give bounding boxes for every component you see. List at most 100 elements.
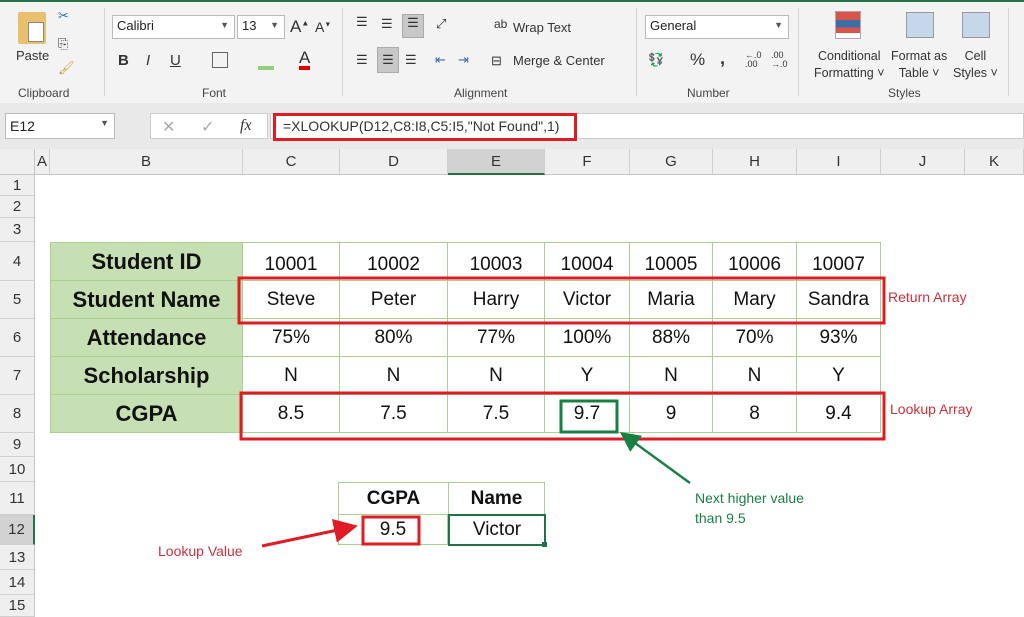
table-cell[interactable]: N — [340, 357, 448, 395]
decrease-indent-icon[interactable]: ⇤ — [435, 52, 446, 68]
table-cell[interactable]: N — [713, 357, 797, 395]
enter-icon[interactable]: ✓ — [201, 117, 214, 137]
table-cell[interactable]: N — [243, 357, 340, 395]
table-cell[interactable]: 7.5 — [448, 395, 545, 433]
paste-button[interactable]: Paste — [16, 48, 49, 63]
cell-styles-button[interactable]: Cell Styles ˅ — [953, 48, 998, 82]
column-header-G[interactable]: G — [630, 149, 713, 175]
result-cell-selected[interactable]: Victor — [448, 514, 546, 546]
table-cell[interactable]: N — [448, 357, 545, 395]
table-cell[interactable]: Harry — [448, 281, 545, 319]
row-header-7[interactable]: 7 — [0, 357, 35, 395]
cut-icon[interactable]: ✂ — [58, 8, 69, 24]
table-cell[interactable]: 10007 — [797, 242, 881, 281]
table-cell[interactable]: 93% — [797, 319, 881, 357]
table-cell[interactable]: 80% — [340, 319, 448, 357]
italic-button[interactable]: I — [146, 52, 150, 69]
column-header-E[interactable]: E — [448, 149, 545, 175]
decrease-decimal-icon[interactable]: .00 →.0 — [771, 51, 788, 69]
merge-center-button[interactable]: Merge & Center — [513, 53, 605, 68]
row-header-cell[interactable]: Attendance — [50, 319, 243, 357]
row-header-cell[interactable]: Student ID — [50, 242, 243, 281]
column-header-K[interactable]: K — [965, 149, 1024, 175]
table-cell[interactable]: 9 — [630, 395, 713, 433]
align-middle-icon[interactable]: ☰ — [381, 16, 393, 32]
font-name-select[interactable]: Calibri ▼ — [112, 15, 235, 39]
row-header-cell[interactable]: CGPA — [50, 395, 243, 433]
table-cell[interactable]: Y — [545, 357, 630, 395]
align-top-icon[interactable]: ☰ — [356, 14, 368, 30]
table-cell[interactable]: Steve — [243, 281, 340, 319]
row-header-12[interactable]: 12 — [0, 515, 35, 545]
table-cell[interactable]: 10005 — [630, 242, 713, 281]
fill-handle[interactable] — [542, 542, 547, 547]
table-cell[interactable]: Mary — [713, 281, 797, 319]
comma-button[interactable]: , — [720, 48, 725, 69]
format-as-table-button[interactable]: Format as Table ˅ — [891, 48, 947, 82]
table-cell[interactable]: 9.7 — [545, 395, 630, 433]
align-center-icon[interactable]: ☰ — [377, 47, 399, 73]
table-cell[interactable]: Maria — [630, 281, 713, 319]
table-cell[interactable]: 9.4 — [797, 395, 881, 433]
wrap-text-button[interactable]: Wrap Text — [513, 20, 571, 35]
table-cell[interactable]: 10001 — [243, 242, 340, 281]
table-cell[interactable]: 8.5 — [243, 395, 340, 433]
increase-font-icon[interactable]: A▲ — [290, 17, 309, 37]
table-cell[interactable]: N — [630, 357, 713, 395]
table-cell[interactable]: Sandra — [797, 281, 881, 319]
table-cell[interactable]: Y — [797, 357, 881, 395]
table-cell[interactable]: 75% — [243, 319, 340, 357]
lookup-header-name[interactable]: Name — [448, 482, 545, 515]
table-cell[interactable]: 70% — [713, 319, 797, 357]
align-right-icon[interactable]: ☰ — [405, 52, 417, 68]
table-cell[interactable]: 10002 — [340, 242, 448, 281]
column-header-A[interactable]: A — [35, 149, 50, 175]
table-cell[interactable]: 8 — [713, 395, 797, 433]
table-cell[interactable]: 7.5 — [340, 395, 448, 433]
table-cell[interactable]: Victor — [545, 281, 630, 319]
cancel-icon[interactable]: ✕ — [162, 117, 175, 137]
lookup-header-cgpa[interactable]: CGPA — [338, 482, 448, 515]
row-header-cell[interactable]: Student Name — [50, 281, 243, 319]
row-header-cell[interactable]: Scholarship — [50, 357, 243, 395]
number-format-select[interactable]: General ▼ — [645, 15, 789, 39]
table-cell[interactable]: 10006 — [713, 242, 797, 281]
increase-indent-icon[interactable]: ⇥ — [458, 52, 469, 68]
fill-color-icon[interactable] — [258, 52, 274, 70]
table-cell[interactable]: 100% — [545, 319, 630, 357]
conditional-formatting-button[interactable]: Conditional Formatting ˅ — [814, 48, 885, 82]
table-cell[interactable]: 88% — [630, 319, 713, 357]
percent-button[interactable]: % — [690, 50, 705, 70]
borders-icon[interactable] — [212, 52, 228, 68]
row-header-14[interactable]: 14 — [0, 570, 35, 595]
table-cell[interactable]: 10003 — [448, 242, 545, 281]
table-cell[interactable]: 10004 — [545, 242, 630, 281]
table-cell[interactable]: Peter — [340, 281, 448, 319]
column-header-J[interactable]: J — [881, 149, 965, 175]
accounting-format-icon[interactable]: 💱 — [648, 52, 664, 68]
name-box[interactable]: E12 ▼ — [5, 113, 115, 139]
table-cell[interactable]: 77% — [448, 319, 545, 357]
lookup-value-cell[interactable]: 9.5 — [338, 515, 448, 545]
row-header-5[interactable]: 5 — [0, 281, 35, 319]
font-color-icon[interactable]: A — [299, 49, 311, 70]
row-header-11[interactable]: 11 — [0, 482, 35, 515]
column-header-B[interactable]: B — [50, 149, 243, 175]
row-header-8[interactable]: 8 — [0, 395, 35, 433]
row-header-6[interactable]: 6 — [0, 319, 35, 357]
row-header-9[interactable]: 9 — [0, 433, 35, 457]
row-header-4[interactable]: 4 — [0, 242, 35, 281]
column-header-I[interactable]: I — [797, 149, 881, 175]
row-header-15[interactable]: 15 — [0, 595, 35, 617]
increase-decimal-icon[interactable]: ←.0.00 — [745, 51, 762, 69]
select-all-corner[interactable] — [0, 149, 35, 175]
column-header-F[interactable]: F — [545, 149, 630, 175]
row-header-10[interactable]: 10 — [0, 457, 35, 482]
row-header-1[interactable]: 1 — [0, 175, 35, 196]
align-bottom-icon[interactable]: ☰ — [402, 14, 424, 38]
copy-icon[interactable]: ⎘ — [58, 36, 68, 52]
row-header-2[interactable]: 2 — [0, 196, 35, 218]
orientation-icon[interactable]: ⤢ — [436, 16, 446, 32]
format-painter-icon[interactable]: 🖌 — [58, 60, 75, 76]
decrease-font-icon[interactable]: A▼ — [315, 19, 331, 35]
